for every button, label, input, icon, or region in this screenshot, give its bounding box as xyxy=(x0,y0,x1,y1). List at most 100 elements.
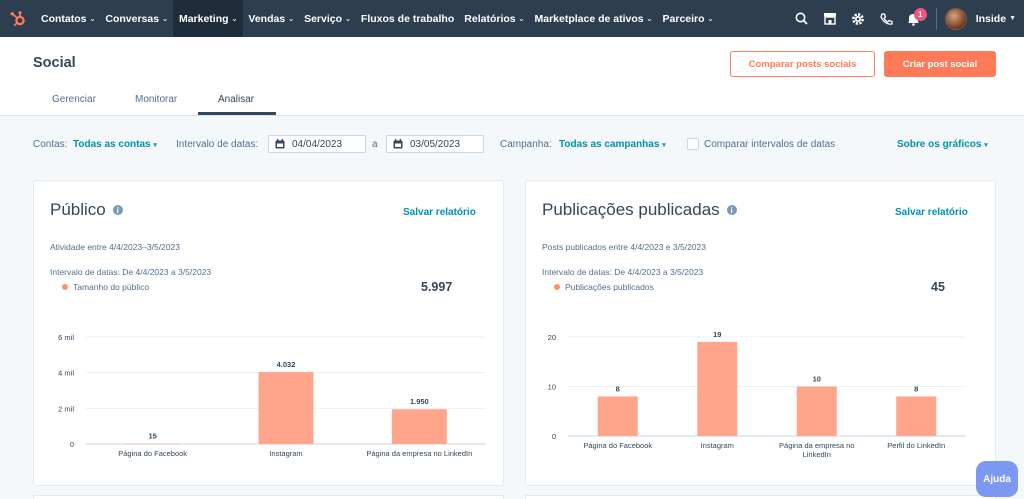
page-title: Social xyxy=(33,55,76,71)
tab-manage[interactable]: Gerenciar xyxy=(52,94,96,105)
chevron-down-icon: ▼ xyxy=(1009,15,1016,22)
accounts-dropdown[interactable]: Todas as contas ▾ xyxy=(73,139,157,150)
tab-monitor[interactable]: Monitorar xyxy=(135,94,177,105)
notifications-bell-icon[interactable]: 1 xyxy=(900,0,928,37)
y-tick-label: 4 mil xyxy=(58,369,74,378)
active-tab-indicator xyxy=(198,112,276,115)
chevron-down-icon: ⌄ xyxy=(288,15,295,23)
chevron-down-icon: ⌄ xyxy=(345,15,351,23)
nav-item-label: Serviço xyxy=(304,12,343,25)
bar-value-label: 8 xyxy=(616,384,620,393)
account-label: Inside xyxy=(975,12,1007,25)
nav-item-0[interactable]: Contatos ⌄ xyxy=(36,0,100,37)
tab-analyze[interactable]: Analisar xyxy=(218,94,254,105)
campaign-value: Todas as campanhas xyxy=(559,139,660,150)
category-label: Página da empresa no xyxy=(779,441,854,450)
account-menu[interactable]: Inside ▼ xyxy=(976,13,1016,25)
caret-down-icon: ▾ xyxy=(984,142,988,149)
bar-value-label: 15 xyxy=(148,432,156,441)
accounts-value: Todas as contas xyxy=(73,139,151,150)
date-range-text: Intervalo de datas: De 4/4/2023 a 3/5/20… xyxy=(542,267,704,277)
calling-icon[interactable] xyxy=(872,0,900,37)
calendar-icon xyxy=(393,139,403,149)
search-icon[interactable] xyxy=(788,0,816,37)
bar-value-label: 10 xyxy=(813,375,821,384)
filter-bar: Contas: Todas as contas ▾ Intervalo de d… xyxy=(0,116,1024,172)
compare-ranges-checkbox[interactable] xyxy=(687,138,699,150)
nav-item-4[interactable]: Serviço ⌄ xyxy=(299,0,356,37)
create-post-button[interactable]: Criar post social xyxy=(884,51,996,77)
category-label: Página do Facebook xyxy=(118,449,187,458)
marketplace-icon[interactable] xyxy=(816,0,844,37)
nav-item-2[interactable]: Marketing ⌄ xyxy=(172,0,244,37)
legend-dot-icon xyxy=(62,284,68,290)
chevron-down-icon: ⌄ xyxy=(646,15,653,23)
campaign-label: Campanha: xyxy=(500,139,552,150)
chart-legend: Publicações publicados xyxy=(554,282,654,292)
nav-item-6[interactable]: Relatórios ⌄ xyxy=(459,0,529,37)
save-report-link[interactable]: Salvar relatório xyxy=(895,207,968,218)
nav-item-label: Parceiro xyxy=(662,12,705,25)
about-charts-dropdown[interactable]: Sobre os gráficos ▾ xyxy=(897,139,988,150)
nav-item-5[interactable]: Fluxos de trabalho xyxy=(356,0,459,37)
bar-value-label: 19 xyxy=(713,330,721,339)
published-posts-bar-chart: 0 10 20 8 Página do Facebook 19 Instagram 10 Pág… xyxy=(548,330,966,459)
category-label: Página da empresa no LinkedIn xyxy=(366,449,472,458)
gear-icon[interactable] xyxy=(844,0,872,37)
compare-ranges-label: Comparar intervalos de datas xyxy=(704,139,836,150)
bar xyxy=(896,396,937,436)
bar-value-label: 8 xyxy=(914,384,918,393)
compare-posts-button[interactable]: Comparar posts sociais xyxy=(730,51,875,77)
next-report-card xyxy=(33,495,504,499)
caret-down-icon: ▾ xyxy=(153,142,157,149)
top-navigation: Contatos ⌄ Conversas ⌄ Marketing ⌄ Vendas ⌄ Serv… xyxy=(0,0,1024,37)
nav-item-label: Fluxos de trabalho xyxy=(360,12,455,25)
caret-down-icon: ▾ xyxy=(662,142,666,149)
card-title: Publicações publicadas i xyxy=(542,200,737,220)
bar xyxy=(796,386,837,436)
about-charts-label: Sobre os gráficos xyxy=(897,139,982,150)
info-icon[interactable]: i xyxy=(726,205,737,215)
page-header: Social Comparar posts sociais Criar post… xyxy=(0,37,1024,116)
info-icon[interactable]: i xyxy=(112,205,123,215)
category-label: Instagram xyxy=(269,449,302,458)
chevron-down-icon: ⌄ xyxy=(231,15,238,23)
date-to-input[interactable]: 03/05/2023 xyxy=(386,135,484,153)
save-report-link[interactable]: Salvar relatório xyxy=(403,207,476,218)
date-separator: a xyxy=(372,139,378,150)
bar xyxy=(258,372,314,444)
chevron-down-icon: ⌄ xyxy=(89,15,96,23)
avatar[interactable] xyxy=(944,7,967,30)
nav-item-1[interactable]: Conversas ⌄ xyxy=(100,0,173,37)
bar-value-label: 1.950 xyxy=(410,397,429,406)
date-from-input[interactable]: 04/04/2023 xyxy=(268,135,366,153)
card-title-text: Público xyxy=(50,200,106,219)
date-range-label: Intervalo de datas: xyxy=(176,139,259,150)
y-tick-label: 6 mil xyxy=(58,333,74,342)
bar-value-label: 4.032 xyxy=(277,360,296,369)
nav-item-8[interactable]: Parceiro ⌄ xyxy=(658,0,719,37)
card-subtitle: Posts publicados entre 4/4/2023 e 3/5/20… xyxy=(542,242,706,252)
next-report-card xyxy=(525,495,996,499)
nav-item-7[interactable]: Marketplace de ativos ⌄ xyxy=(530,0,658,37)
audience-report-card: Público i Salvar relatório Atividade ent… xyxy=(33,180,504,486)
y-tick-label: 0 xyxy=(552,432,556,441)
chevron-down-icon: ⌄ xyxy=(707,15,714,23)
bar xyxy=(697,341,738,436)
help-button[interactable]: Ajuda xyxy=(976,461,1018,497)
legend-label: Publicações publicados xyxy=(565,282,654,292)
bar xyxy=(391,409,447,444)
audience-bar-chart: 0 2 mil 4 mil 6 mil 15 Página do Facebook 4.03… xyxy=(58,333,486,458)
legend-label: Tamanho do público xyxy=(73,282,150,292)
campaign-dropdown[interactable]: Todas as campanhas ▾ xyxy=(559,139,666,150)
category-label: Página do Facebook xyxy=(583,441,652,450)
nav-item-label: Relatórios xyxy=(464,12,516,25)
card-subtitle: Atividade entre 4/4/2023–3/5/2023 xyxy=(50,242,180,252)
y-tick-label: 10 xyxy=(548,383,556,392)
hubspot-logo-icon[interactable] xyxy=(0,0,36,37)
nav-item-3[interactable]: Vendas ⌄ xyxy=(243,0,299,37)
nav-utilities: 1 Inside ▼ xyxy=(788,0,1024,37)
bar xyxy=(125,443,181,445)
nav-item-label: Marketing xyxy=(178,12,229,25)
accounts-label: Contas: xyxy=(33,139,68,150)
